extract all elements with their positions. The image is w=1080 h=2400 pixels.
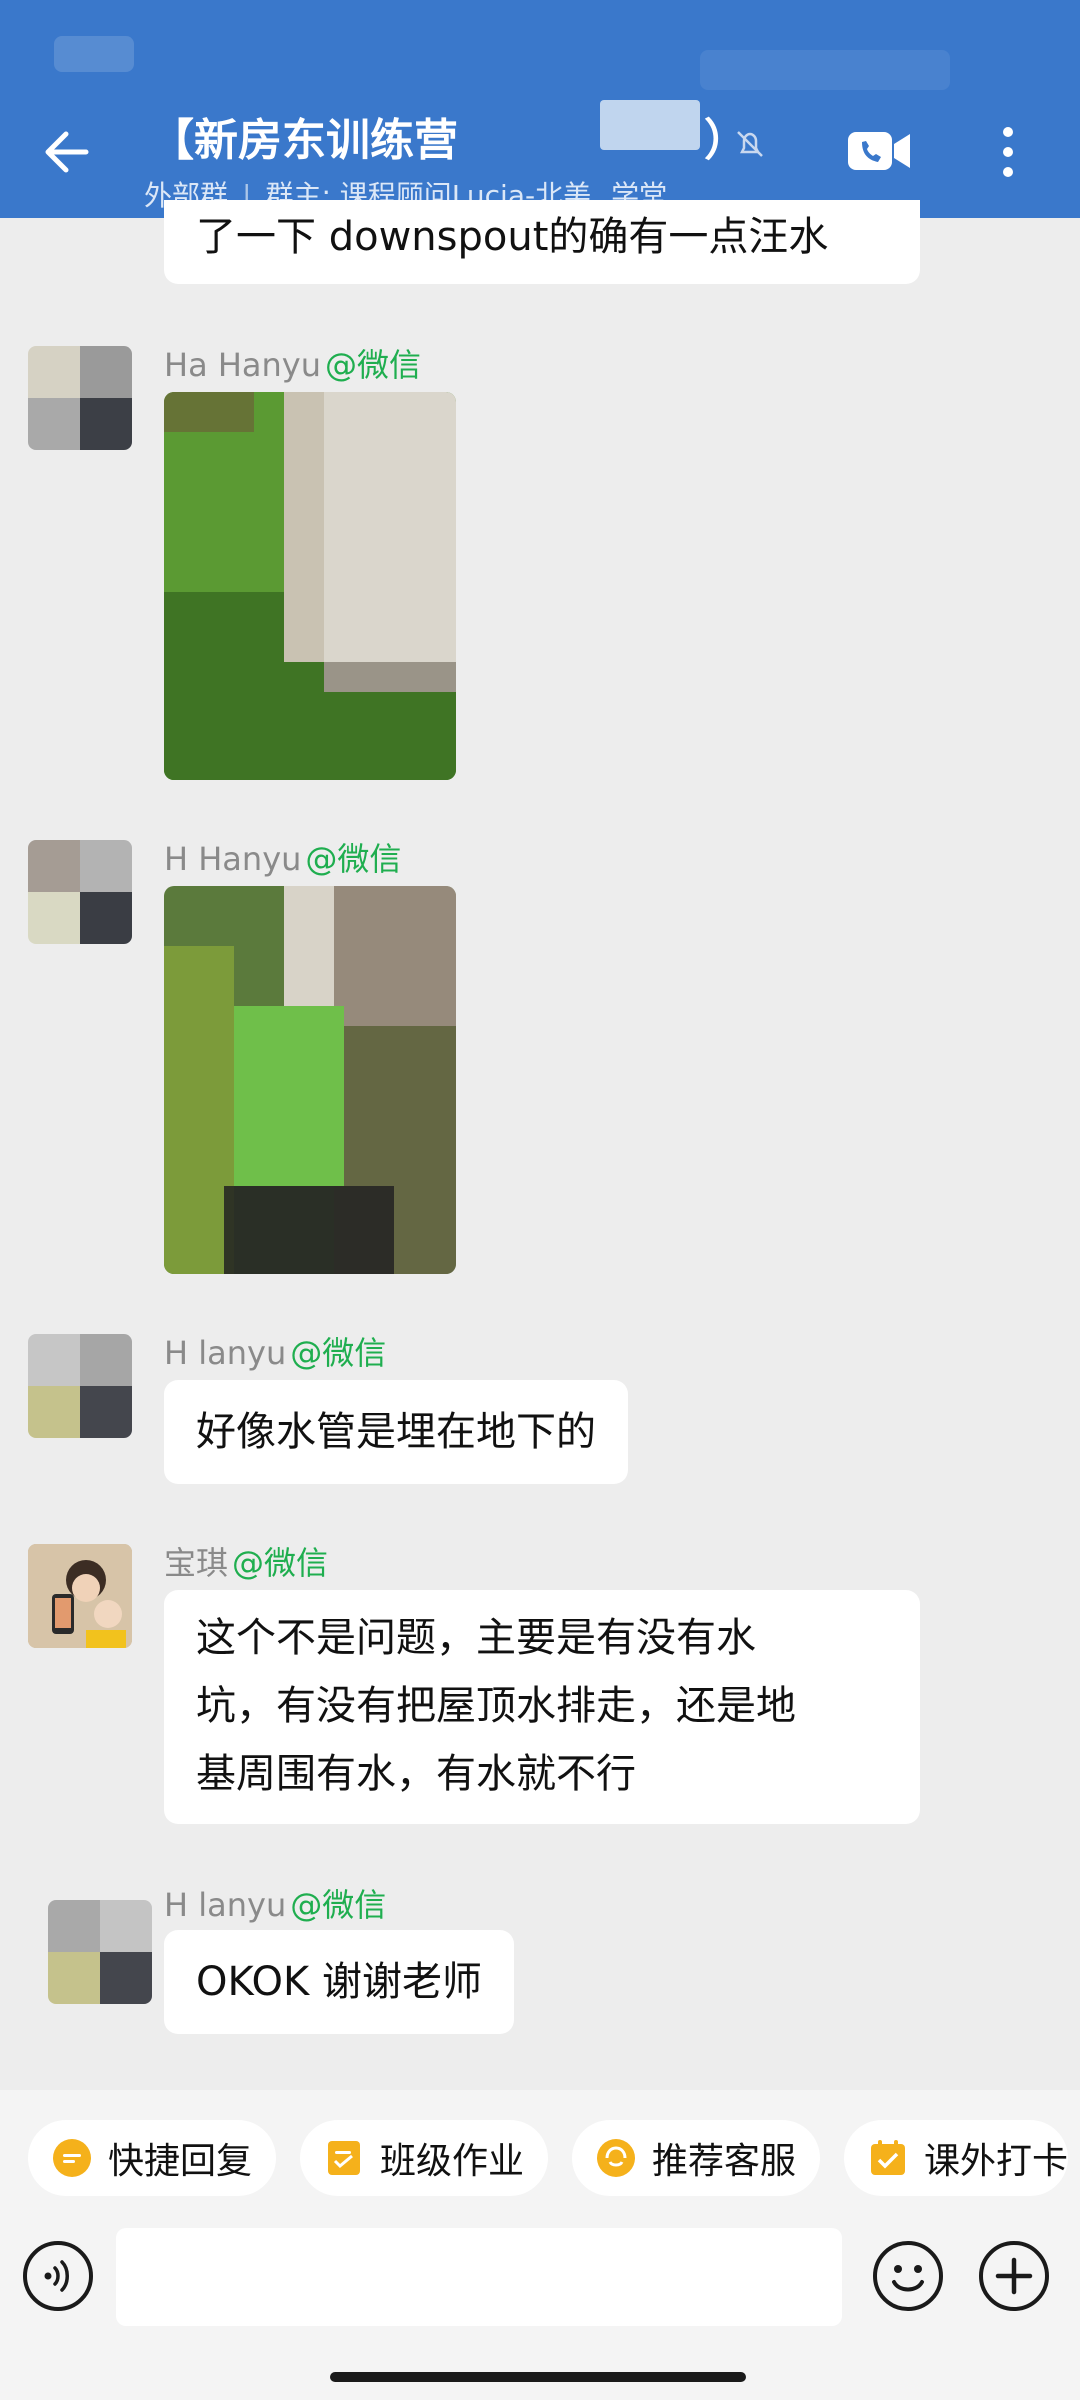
plus-more-icon[interactable] [978,2240,1050,2312]
status-bar-icons-blurred [700,50,950,90]
recommend-service-chip[interactable]: 推荐客服 [572,2120,821,2196]
class-homework-chip[interactable]: 班级作业 [300,2120,549,2196]
message-bubble[interactable]: 这个不是问题，主要是有没有水 坑，有没有把屋顶水排走，还是地 基周围有水，有水就… [164,1590,920,1824]
status-bar-time-blurred [54,36,134,72]
service-icon [597,2139,635,2177]
wechat-tag: @微信 [290,1886,387,1924]
group-title-text: 【新房东训练营 [150,115,458,166]
sender-name-text: Ha Hanyu [164,346,322,384]
sender-name: H lanyu @微信 [164,1328,386,1374]
message-text: OKOK 谢谢老师 [196,1959,482,2005]
avatar[interactable] [28,346,132,450]
voice-input-icon[interactable] [22,2240,94,2312]
video-call-icon[interactable] [846,128,912,174]
message-bubble[interactable]: OKOK 谢谢老师 [164,1930,514,2034]
class-homework-label: 班级作业 [380,2141,525,2182]
wechat-tag: @微信 [232,1544,329,1582]
back-arrow-icon[interactable] [36,124,92,180]
quick-reply-chip[interactable]: 快捷回复 [28,2120,277,2196]
message-bubble[interactable]: 好像水管是埋在地下的 [164,1380,628,1484]
wechat-tag: @微信 [325,346,422,384]
home-indicator [330,2372,746,2382]
avatar[interactable] [48,1900,152,2004]
message-text-line: 基周围有水，有水就不行 [196,1751,636,1797]
extracurricular-checkin-label: 课外打卡 [924,2141,1069,2182]
clipboard-icon [328,2141,360,2175]
sender-name-text: H Hanyu [164,840,302,878]
photo-downspout-grass-image [164,392,456,780]
photo-side-yard[interactable] [164,886,456,1274]
avatar-photo [28,1544,132,1648]
emoji-icon[interactable] [872,2240,944,2312]
photo-side-yard-image [164,886,456,1274]
message-text: 了一下 downspout的确有一点汪水 [196,214,829,260]
sender-name-text: H lanyu [164,1886,287,1924]
group-title: 【新房东训练营 [150,104,458,168]
message-bubble[interactable]: 了一下 downspout的确有一点汪水 [164,200,920,284]
recommend-service-label: 推荐客服 [652,2141,797,2182]
chat-header: 【新房东训练营 ） 外部群 | 群主: 课程顾问Lucia-北美 学堂 [0,0,1080,218]
message-text-line: 这个不是问题，主要是有没有水 [196,1615,756,1661]
sender-name: 宝琪 @微信 [164,1538,328,1584]
mute-bell-icon [737,131,763,157]
sender-name-text: H lanyu [164,1334,287,1372]
quick-reply-label: 快捷回复 [108,2141,253,2182]
message-text: 好像水管是埋在地下的 [196,1409,596,1455]
sender-name: H lanyu @微信 [164,1880,386,1926]
message-input[interactable] [116,2228,842,2326]
more-options-icon[interactable] [998,124,1018,180]
wechat-tag: @微信 [290,1334,387,1372]
wechat-tag: @微信 [305,840,402,878]
sender-name: Ha Hanyu @微信 [164,340,421,386]
sender-name-text: 宝琪 [164,1544,229,1582]
chat-bubble-icon [53,2139,91,2177]
photo-downspout-grass[interactable] [164,392,456,780]
title-redacted-block [600,100,700,150]
avatar[interactable] [28,840,132,944]
sender-name: H Hanyu @微信 [164,834,401,880]
calendar-check-icon [871,2140,905,2175]
extracurricular-checkin-chip[interactable]: 课外打卡 [844,2120,1069,2196]
message-text-line: 坑，有没有把屋顶水排走，还是地 [196,1683,796,1729]
avatar[interactable] [28,1544,132,1648]
avatar[interactable] [28,1334,132,1438]
